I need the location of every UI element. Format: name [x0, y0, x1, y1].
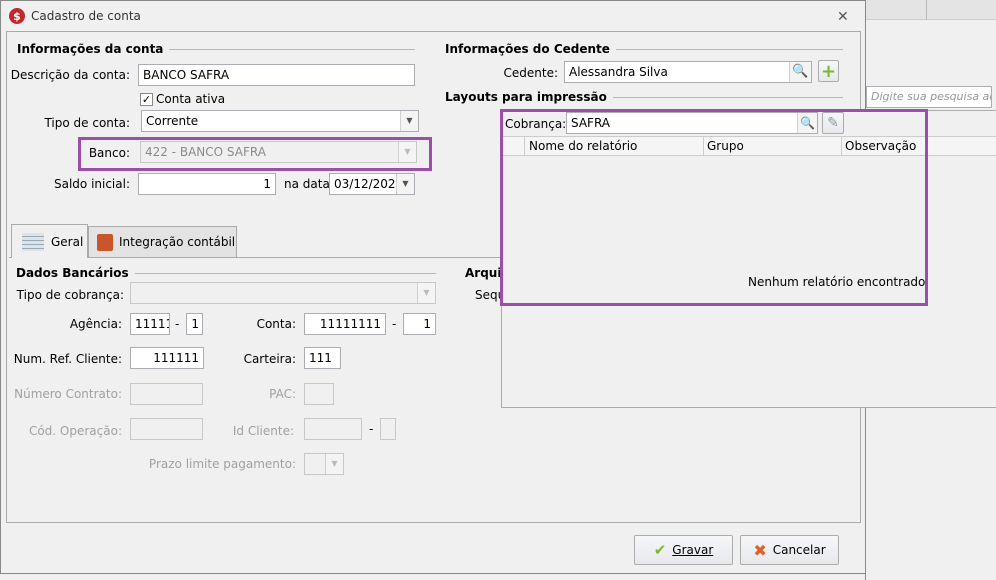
chevron-down-icon: ▼ [398, 142, 416, 162]
chevron-down-icon: ▼ [325, 454, 343, 474]
numref-label: Num. Ref. Cliente: [13, 352, 122, 366]
tipo-cobranca-label: Tipo de cobrança: [16, 288, 124, 302]
column-nome[interactable]: Nome do relatório [529, 139, 637, 153]
conta-ativa-label: Conta ativa [156, 92, 226, 106]
document-icon [22, 232, 44, 251]
cedente-input[interactable]: Alessandra Silva 🔍 [564, 61, 812, 83]
contrato-label: Número Contrato: [14, 387, 122, 401]
section-conta: Informações da conta [17, 42, 415, 56]
cancel-label: Cancelar [772, 543, 826, 557]
search-icon: 🔍 [797, 113, 817, 133]
section-bancarios: Dados Bancários [16, 266, 436, 280]
idcliente-dv-input[interactable] [380, 418, 396, 440]
dash: - [369, 422, 374, 436]
agencia-input[interactable]: 11111 [130, 313, 170, 335]
cobranca-input[interactable]: SAFRA 🔍 [566, 112, 818, 134]
saldo-input[interactable]: 1 [138, 173, 276, 195]
close-icon[interactable]: ✕ [837, 9, 849, 25]
dialog-title: Cadastro de conta [31, 9, 141, 23]
tipo-conta-label: Tipo de conta: [44, 116, 130, 130]
tab-integracao[interactable]: Integração contábil [88, 226, 237, 257]
tab-geral[interactable]: Geral [11, 224, 88, 258]
data-label: na data [284, 177, 330, 191]
layouts-popup: Cobrança: SAFRA 🔍 ✎ Nome do relatório Gru… [501, 110, 996, 408]
prazo-label: Prazo limite pagamento: [148, 457, 296, 471]
check-icon: ✔ [653, 541, 667, 559]
cedente-label: Cedente: [503, 66, 559, 80]
column-grupo[interactable]: Grupo [707, 139, 744, 153]
chevron-down-icon: ▼ [400, 111, 418, 131]
carteira-input[interactable]: 111 [304, 347, 341, 369]
pac-label: PAC: [269, 387, 296, 401]
chevron-down-icon: ▼ [417, 283, 435, 303]
title-bar: $ Cadastro de conta [1, 1, 865, 31]
edit-layout-button[interactable]: ✎ [822, 112, 844, 134]
edit-icon: ✎ [827, 115, 839, 131]
saldo-label: Saldo inicial: [53, 177, 130, 191]
dash: - [392, 317, 397, 331]
conta-input[interactable]: 11111111 [304, 313, 386, 335]
calculator-icon [97, 233, 113, 251]
descricao-input[interactable]: BANCO SAFRA [138, 64, 415, 86]
banco-select[interactable]: 422 - BANCO SAFRA ▼ [140, 141, 417, 163]
agencia-dv-input[interactable]: 1 [186, 313, 203, 335]
descricao-label: Descrição da conta: [10, 68, 130, 82]
dollar-icon: $ [9, 8, 25, 24]
save-label: Gravar [672, 543, 714, 557]
numref-input[interactable]: 111111 [130, 347, 204, 369]
cancel-button[interactable]: ✖ Cancelar [740, 535, 839, 565]
data-picker[interactable]: 03/12/2025 ▼ [329, 173, 415, 195]
section-layouts: Layouts para impressão [445, 90, 843, 104]
carteira-label: Carteira: [243, 352, 296, 366]
conta-ativa-checkbox[interactable]: ✓ Conta ativa [140, 92, 225, 106]
conta-label: Conta: [256, 317, 296, 331]
tab-label: Integração contábil [119, 235, 236, 249]
save-button[interactable]: ✔ Gravar [634, 535, 733, 565]
idcliente-label: Id Cliente: [232, 424, 294, 438]
codop-input[interactable] [130, 418, 203, 440]
agencia-label: Agência: [69, 317, 122, 331]
search-icon: 🔍 [789, 62, 811, 82]
empty-message: Nenhum relatório encontrado [748, 275, 926, 289]
add-cedente-button[interactable]: + [818, 60, 839, 82]
contrato-input[interactable] [130, 383, 203, 405]
tab-label: Geral [51, 234, 84, 249]
tipo-cobranca-select[interactable]: ▼ [130, 282, 436, 304]
idcliente-input[interactable] [304, 418, 362, 440]
background-search-input[interactable]: Digite sua pesquisa aqui... [866, 86, 992, 108]
prazo-select[interactable]: ▼ [304, 453, 344, 475]
chevron-down-icon: ▼ [396, 174, 414, 194]
column-observacao[interactable]: Observação [845, 139, 916, 153]
x-icon: ✖ [753, 540, 767, 560]
section-cedente: Informações do Cedente [445, 42, 843, 56]
report-table-header: Nome do relatório Grupo Observação [502, 136, 996, 156]
codop-label: Cód. Operação: [28, 424, 122, 438]
dash: - [175, 317, 180, 331]
checkbox-checked-icon: ✓ [140, 92, 153, 106]
cobranca-label: Cobrança: [505, 117, 567, 131]
plus-icon: + [820, 60, 837, 82]
tipo-conta-select[interactable]: Corrente ▼ [141, 110, 419, 132]
conta-dv-input[interactable]: 1 [403, 313, 436, 335]
banco-label: Banco: [88, 146, 130, 160]
pac-input[interactable] [304, 383, 334, 405]
